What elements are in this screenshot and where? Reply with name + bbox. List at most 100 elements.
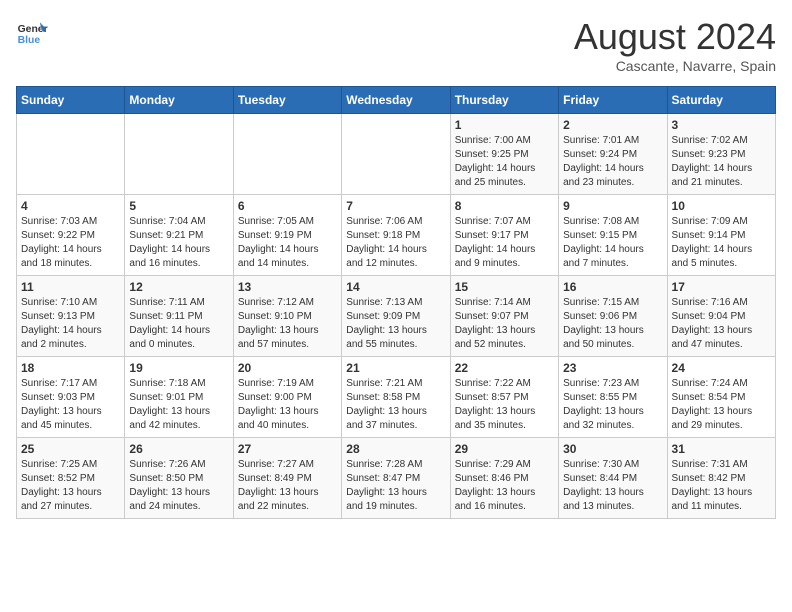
- calendar-week-row: 4 Sunrise: 7:03 AM Sunset: 9:22 PM Daylig…: [17, 195, 776, 276]
- calendar-day-cell: 30 Sunrise: 7:30 AM Sunset: 8:44 PM Dayli…: [559, 438, 667, 519]
- calendar-day-cell: 5Sunrise: 7:04 AM Sunset: 9:21 PM Daylig…: [125, 195, 233, 276]
- day-number: 28: [346, 442, 445, 456]
- day-info: Sunrise: 7:13 AM Sunset: 9:09 PM Dayligh…: [346, 296, 445, 352]
- calendar-day-cell: 31 Sunrise: 7:31 AM Sunset: 8:42 PM Dayli…: [667, 438, 775, 519]
- calendar-day-cell: [125, 114, 233, 195]
- day-number: 4: [21, 199, 120, 213]
- calendar-day-cell: 22Sunrise: 7:22 AM Sunset: 8:57 PM Dayli…: [450, 357, 558, 438]
- calendar-day-cell: 6 Sunrise: 7:05 AM Sunset: 9:19 PM Daylig…: [233, 195, 341, 276]
- day-info: Sunrise: 7:25 AM Sunset: 8:52 PM Dayligh…: [21, 458, 120, 514]
- calendar-day-cell: 27 Sunrise: 7:27 AM Sunset: 8:49 PM Dayli…: [233, 438, 341, 519]
- calendar-day-cell: 29 Sunrise: 7:29 AM Sunset: 8:46 PM Dayli…: [450, 438, 558, 519]
- day-info: Sunrise: 7:07 AM Sunset: 9:17 PM Dayligh…: [455, 215, 554, 271]
- calendar-day-cell: 24 Sunrise: 7:24 AM Sunset: 8:54 PM Dayli…: [667, 357, 775, 438]
- calendar-day-cell: 25 Sunrise: 7:25 AM Sunset: 8:52 PM Dayli…: [17, 438, 125, 519]
- day-number: 2: [563, 118, 662, 132]
- day-number: 23: [563, 361, 662, 375]
- day-info: Sunrise: 7:14 AM Sunset: 9:07 PM Dayligh…: [455, 296, 554, 352]
- day-number: 14: [346, 280, 445, 294]
- day-number: 7: [346, 199, 445, 213]
- day-number: 19: [129, 361, 228, 375]
- calendar-day-cell: 26 Sunrise: 7:26 AM Sunset: 8:50 PM Dayli…: [125, 438, 233, 519]
- day-number: 13: [238, 280, 337, 294]
- calendar-day-cell: 13Sunrise: 7:12 AM Sunset: 9:10 PM Dayli…: [233, 276, 341, 357]
- weekday-header-cell: Saturday: [667, 87, 775, 114]
- day-info: Sunrise: 7:01 AM Sunset: 9:24 PM Dayligh…: [563, 134, 662, 190]
- calendar-day-cell: 16 Sunrise: 7:15 AM Sunset: 9:06 PM Dayli…: [559, 276, 667, 357]
- day-info: Sunrise: 7:06 AM Sunset: 9:18 PM Dayligh…: [346, 215, 445, 271]
- day-number: 30: [563, 442, 662, 456]
- weekday-header-cell: Wednesday: [342, 87, 450, 114]
- day-number: 1: [455, 118, 554, 132]
- calendar-day-cell: 7 Sunrise: 7:06 AM Sunset: 9:18 PM Daylig…: [342, 195, 450, 276]
- day-number: 9: [563, 199, 662, 213]
- day-info: Sunrise: 7:23 AM Sunset: 8:55 PM Dayligh…: [563, 377, 662, 433]
- day-number: 11: [21, 280, 120, 294]
- calendar-day-cell: 11 Sunrise: 7:10 AM Sunset: 9:13 PM Dayli…: [17, 276, 125, 357]
- day-number: 18: [21, 361, 120, 375]
- day-info: Sunrise: 7:02 AM Sunset: 9:23 PM Dayligh…: [672, 134, 771, 190]
- calendar-day-cell: 28 Sunrise: 7:28 AM Sunset: 8:47 PM Dayli…: [342, 438, 450, 519]
- calendar-day-cell: 9Sunrise: 7:08 AM Sunset: 9:15 PM Daylig…: [559, 195, 667, 276]
- month-title: August 2024: [574, 16, 776, 58]
- day-info: Sunrise: 7:30 AM Sunset: 8:44 PM Dayligh…: [563, 458, 662, 514]
- day-info: Sunrise: 7:15 AM Sunset: 9:06 PM Dayligh…: [563, 296, 662, 352]
- calendar-day-cell: [17, 114, 125, 195]
- weekday-header-cell: Thursday: [450, 87, 558, 114]
- weekday-header-cell: Friday: [559, 87, 667, 114]
- logo: General Blue: [16, 16, 48, 48]
- day-number: 22: [455, 361, 554, 375]
- day-number: 8: [455, 199, 554, 213]
- day-info: Sunrise: 7:19 AM Sunset: 9:00 PM Dayligh…: [238, 377, 337, 433]
- day-info: Sunrise: 7:27 AM Sunset: 8:49 PM Dayligh…: [238, 458, 337, 514]
- calendar-body: 1 Sunrise: 7:00 AM Sunset: 9:25 PM Daylig…: [17, 114, 776, 519]
- day-number: 29: [455, 442, 554, 456]
- calendar-week-row: 18 Sunrise: 7:17 AM Sunset: 9:03 PM Dayli…: [17, 357, 776, 438]
- title-block: August 2024 Cascante, Navarre, Spain: [574, 16, 776, 74]
- day-info: Sunrise: 7:18 AM Sunset: 9:01 PM Dayligh…: [129, 377, 228, 433]
- day-number: 25: [21, 442, 120, 456]
- day-info: Sunrise: 7:28 AM Sunset: 8:47 PM Dayligh…: [346, 458, 445, 514]
- day-info: Sunrise: 7:10 AM Sunset: 9:13 PM Dayligh…: [21, 296, 120, 352]
- calendar-week-row: 1 Sunrise: 7:00 AM Sunset: 9:25 PM Daylig…: [17, 114, 776, 195]
- day-number: 31: [672, 442, 771, 456]
- day-number: 10: [672, 199, 771, 213]
- day-info: Sunrise: 7:26 AM Sunset: 8:50 PM Dayligh…: [129, 458, 228, 514]
- page-header: General Blue August 2024 Cascante, Navar…: [16, 16, 776, 74]
- day-info: Sunrise: 7:05 AM Sunset: 9:19 PM Dayligh…: [238, 215, 337, 271]
- day-info: Sunrise: 7:17 AM Sunset: 9:03 PM Dayligh…: [21, 377, 120, 433]
- day-info: Sunrise: 7:03 AM Sunset: 9:22 PM Dayligh…: [21, 215, 120, 271]
- calendar-day-cell: [233, 114, 341, 195]
- calendar-day-cell: 15 Sunrise: 7:14 AM Sunset: 9:07 PM Dayli…: [450, 276, 558, 357]
- day-info: Sunrise: 7:09 AM Sunset: 9:14 PM Dayligh…: [672, 215, 771, 271]
- calendar-day-cell: 19 Sunrise: 7:18 AM Sunset: 9:01 PM Dayli…: [125, 357, 233, 438]
- day-number: 16: [563, 280, 662, 294]
- day-number: 6: [238, 199, 337, 213]
- day-number: 21: [346, 361, 445, 375]
- calendar-day-cell: 8 Sunrise: 7:07 AM Sunset: 9:17 PM Daylig…: [450, 195, 558, 276]
- day-info: Sunrise: 7:24 AM Sunset: 8:54 PM Dayligh…: [672, 377, 771, 433]
- calendar-day-cell: 2 Sunrise: 7:01 AM Sunset: 9:24 PM Daylig…: [559, 114, 667, 195]
- day-info: Sunrise: 7:16 AM Sunset: 9:04 PM Dayligh…: [672, 296, 771, 352]
- calendar-day-cell: 10 Sunrise: 7:09 AM Sunset: 9:14 PM Dayli…: [667, 195, 775, 276]
- day-number: 24: [672, 361, 771, 375]
- calendar-day-cell: 1 Sunrise: 7:00 AM Sunset: 9:25 PM Daylig…: [450, 114, 558, 195]
- day-number: 26: [129, 442, 228, 456]
- day-number: 20: [238, 361, 337, 375]
- weekday-header-cell: Monday: [125, 87, 233, 114]
- logo-icon: General Blue: [16, 16, 48, 48]
- day-info: Sunrise: 7:11 AM Sunset: 9:11 PM Dayligh…: [129, 296, 228, 352]
- weekday-header-cell: Sunday: [17, 87, 125, 114]
- day-info: Sunrise: 7:31 AM Sunset: 8:42 PM Dayligh…: [672, 458, 771, 514]
- day-info: Sunrise: 7:00 AM Sunset: 9:25 PM Dayligh…: [455, 134, 554, 190]
- weekday-header-cell: Tuesday: [233, 87, 341, 114]
- calendar-day-cell: 14 Sunrise: 7:13 AM Sunset: 9:09 PM Dayli…: [342, 276, 450, 357]
- day-number: 15: [455, 280, 554, 294]
- calendar-day-cell: 21Sunrise: 7:21 AM Sunset: 8:58 PM Dayli…: [342, 357, 450, 438]
- day-number: 5: [129, 199, 228, 213]
- calendar-day-cell: 17Sunrise: 7:16 AM Sunset: 9:04 PM Dayli…: [667, 276, 775, 357]
- weekday-header-row: SundayMondayTuesdayWednesdayThursdayFrid…: [17, 87, 776, 114]
- day-info: Sunrise: 7:29 AM Sunset: 8:46 PM Dayligh…: [455, 458, 554, 514]
- day-number: 27: [238, 442, 337, 456]
- calendar-day-cell: 20 Sunrise: 7:19 AM Sunset: 9:00 PM Dayli…: [233, 357, 341, 438]
